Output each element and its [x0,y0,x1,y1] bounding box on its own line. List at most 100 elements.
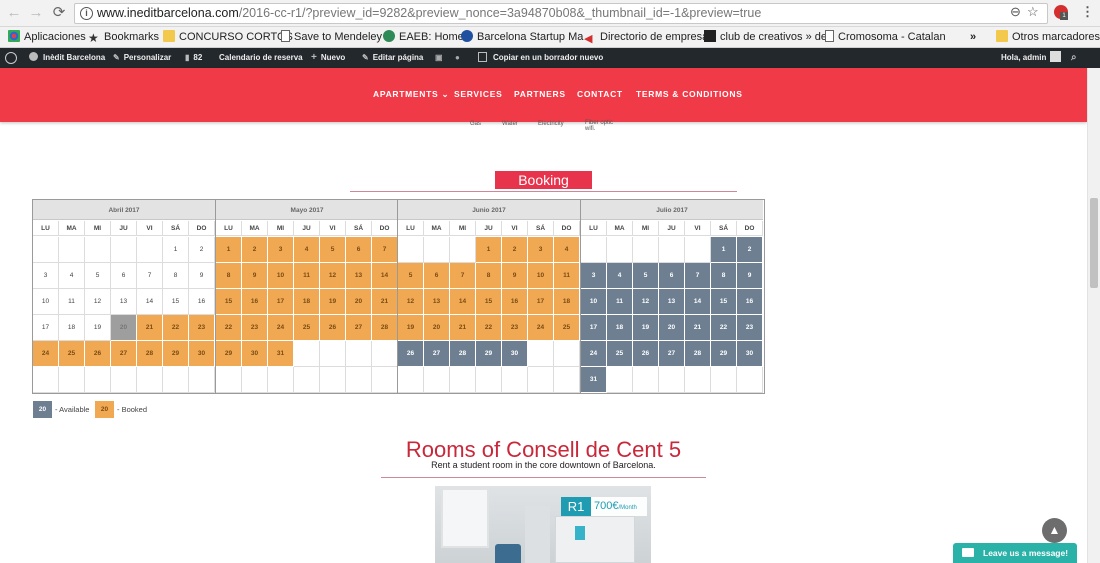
calendar-day-available[interactable]: 27 [424,341,450,367]
wp-plugin-icon[interactable]: ▣ [435,48,443,68]
wp-booking-calendar[interactable]: Calendario de reserva [219,48,303,68]
menu-contact[interactable]: CONTACT [577,89,623,99]
scrollbar-thumb[interactable] [1090,198,1098,288]
page-scrollbar[interactable] [1087,68,1100,563]
bookmark-label: Save to Mendeley [294,31,383,43]
bookmark-mendeley[interactable]: Save to Mendeley [281,27,382,47]
menu-services[interactable]: SERVICES [454,89,502,99]
bookmark-other[interactable]: Otros marcadores [996,27,1100,47]
calendar-day-available[interactable]: 15 [711,289,737,315]
calendar-day-available[interactable]: 11 [607,289,633,315]
calendar-empty-cell [581,237,607,263]
calendar-day-available[interactable]: 8 [711,263,737,289]
calendar-day-available[interactable]: 28 [450,341,476,367]
menu-partners[interactable]: PARTNERS [514,89,566,99]
wp-site-item[interactable]: Inèdit Barcelona [29,48,105,68]
calendar-day-available[interactable]: 27 [659,341,685,367]
browser-menu-icon[interactable]: ⋮ [1081,4,1094,20]
calendar-empty-cell [528,367,554,393]
calendar-day-available[interactable]: 25 [607,341,633,367]
bookmarks-overflow[interactable]: » [970,27,976,47]
address-bar[interactable]: i www.ineditbarcelona.com/2016-cc-r1/?pr… [74,3,1048,24]
calendar-weekday: SÁ [346,221,372,236]
chat-button[interactable]: Leave us a message! [953,543,1077,563]
room-photo[interactable]: R1 700€/Month [435,486,651,563]
calendar-day: 17 [33,315,59,341]
wp-account[interactable]: Hola, admin [1001,48,1062,68]
scroll-to-top-button[interactable]: ▲ [1042,518,1067,543]
calendar-day-available[interactable]: 18 [607,315,633,341]
forward-icon[interactable]: → [27,4,45,22]
wordpress-icon[interactable] [5,52,17,64]
price-badge: R1 700€/Month [561,497,651,516]
calendar-empty-cell [111,237,137,263]
bookmark-cromosoma[interactable]: Cromosoma - Catalan [825,27,946,47]
calendar-day-available[interactable]: 30 [737,341,763,367]
calendar-day-booked: 17 [268,289,294,315]
wp-customize[interactable]: ✎ Personalizar [113,48,171,68]
calendar-day-available[interactable]: 12 [633,289,659,315]
calendar-day-available[interactable]: 24 [581,341,607,367]
calendar-day-available[interactable]: 31 [581,367,607,393]
bookmark-startup[interactable]: Barcelona Startup Ma [461,27,583,47]
bookmark-bookmarks[interactable]: ★ Bookmarks [88,27,159,47]
booking-title: Booking [495,171,592,189]
calendar-day-available[interactable]: 26 [398,341,424,367]
site-info-icon[interactable]: i [80,7,93,20]
wp-comments[interactable]: ▮ 82 [185,48,202,68]
calendar-day-booked: 14 [372,263,398,289]
calendar-day-available[interactable]: 1 [711,237,737,263]
rooms-divider [381,477,706,478]
chat-label: Leave us a message! [983,548,1069,558]
calendar-day-available[interactable]: 29 [476,341,502,367]
calendar-day-available[interactable]: 6 [659,263,685,289]
calendar-day-available[interactable]: 26 [633,341,659,367]
calendar-day-available[interactable]: 17 [581,315,607,341]
wp-copy-draft[interactable]: Copiar en un borrador nuevo [478,48,603,68]
calendar-day-available[interactable]: 21 [685,315,711,341]
wp-new[interactable]: + Nuevo [311,48,345,68]
calendar-day: 2 [189,237,215,263]
calendar-day-available[interactable]: 16 [737,289,763,315]
calendar-day-booked: 20 [346,289,372,315]
calendar-day-available[interactable]: 5 [633,263,659,289]
calendar-day-booked: 28 [372,315,398,341]
bookmark-club[interactable]: club de creativos » de [704,27,827,47]
calendar-day-available[interactable]: 4 [607,263,633,289]
calendar-day-available[interactable]: 14 [685,289,711,315]
calendar-weekday: MI [633,221,659,236]
calendar-day-available[interactable]: 7 [685,263,711,289]
calendar-day-available[interactable]: 28 [685,341,711,367]
calendar-day-available[interactable]: 29 [711,341,737,367]
bookmark-star-icon[interactable]: ☆ [1027,4,1039,20]
calendar-day-available[interactable]: 2 [737,237,763,263]
site-header: APARTMENTS ⌄ SERVICES PARTNERS CONTACT T… [0,68,1087,122]
menu-apartments[interactable]: APARTMENTS ⌄ [373,89,449,100]
calendar-day-available[interactable]: 10 [581,289,607,315]
calendar-empty-cell [242,367,268,393]
wp-status-icon[interactable]: ● [455,48,460,68]
calendar-day-available[interactable]: 23 [737,315,763,341]
calendar-day-available[interactable]: 9 [737,263,763,289]
bookmark-directorio[interactable]: ◀ Directorio de empresa [584,27,708,47]
menu-terms[interactable]: TERMS & CONDITIONS [636,89,743,99]
calendar-day-available[interactable]: 13 [659,289,685,315]
calendar-empty-cell [424,367,450,393]
bookmark-concurso[interactable]: CONCURSO CORTOS [163,27,293,47]
wp-edit-page[interactable]: ✎ Editar página [362,48,423,68]
calendar-day-available[interactable]: 22 [711,315,737,341]
reload-icon[interactable]: ⟳ [50,4,68,22]
calendar-empty-cell [398,237,424,263]
zoom-icon[interactable]: ⊖ [1010,4,1021,20]
calendar-empty-cell [346,367,372,393]
calendar-day-available[interactable]: 20 [659,315,685,341]
bookmark-eaeb[interactable]: EAEB: Home [383,27,464,47]
bookmark-apps[interactable]: Aplicaciones [8,27,86,47]
search-icon[interactable]: ⌕ [1071,48,1077,68]
legend-available-swatch: 20 [33,401,52,418]
calendar-day-available[interactable]: 3 [581,263,607,289]
back-icon[interactable]: ← [5,4,23,22]
calendar-day-available[interactable]: 30 [502,341,528,367]
extension-icon[interactable]: 1 [1054,5,1068,20]
calendar-day-available[interactable]: 19 [633,315,659,341]
